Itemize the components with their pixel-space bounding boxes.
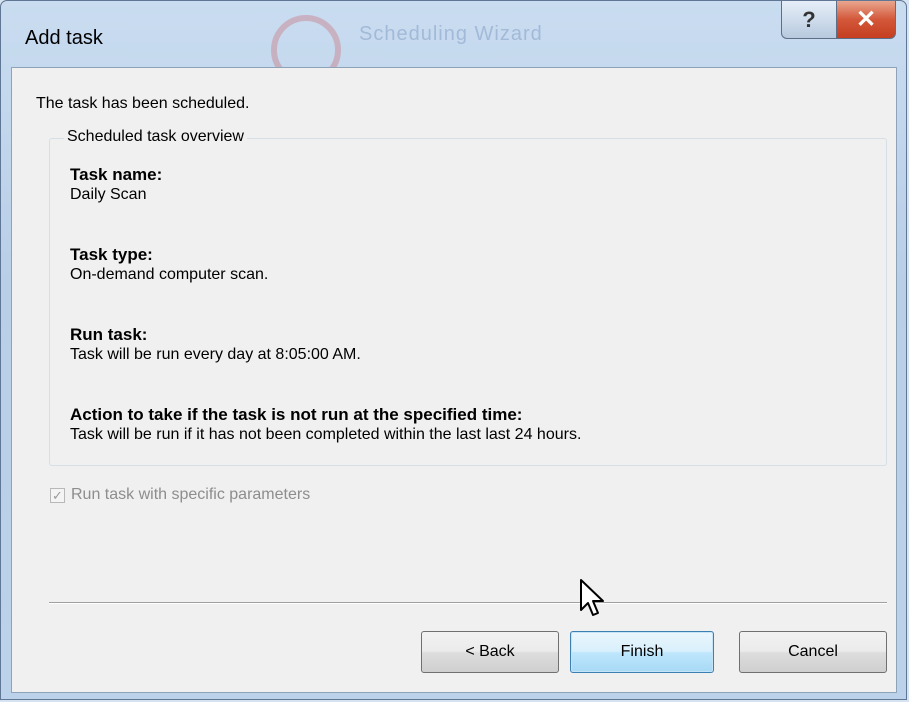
cancel-button[interactable]: Cancel [739, 631, 887, 673]
specific-parameters-checkbox-row[interactable]: ✓ Run task with specific parameters [50, 486, 310, 504]
task-name-value: Daily Scan [70, 186, 147, 203]
status-message: The task has been scheduled. [36, 95, 250, 112]
title-bar[interactable]: Scheduling Wizard Add task ? ✕ [1, 1, 906, 85]
run-task-heading: Run task: [70, 325, 148, 344]
checkmark-icon: ✓ [52, 487, 63, 503]
dialog-window: Scheduling Wizard Add task ? ✕ The task … [0, 0, 907, 700]
close-icon: ✕ [855, 6, 877, 33]
specific-parameters-checkbox[interactable]: ✓ [50, 487, 65, 503]
ghost-title-text: Scheduling Wizard [359, 23, 543, 45]
missed-run-value: Task will be run if it has not been comp… [70, 426, 582, 443]
button-separator [49, 602, 887, 604]
task-type-value: On-demand computer scan. [70, 266, 269, 283]
group-title: Scheduled task overview [64, 128, 247, 146]
window-title: Add task [25, 27, 103, 49]
dialog-client-area: The task has been scheduled. Scheduled t… [11, 67, 897, 693]
back-button[interactable]: < Back [421, 631, 559, 673]
finish-button[interactable]: Finish [570, 631, 714, 673]
help-icon: ? [802, 6, 816, 32]
run-task-section: Run task: Task will be run every day at … [70, 325, 361, 364]
specific-parameters-label: Run task with specific parameters [71, 486, 311, 503]
task-type-section: Task type: On-demand computer scan. [70, 245, 268, 284]
task-name-section: Task name: Daily Scan [70, 165, 162, 204]
help-button[interactable]: ? [781, 1, 837, 39]
background-wizard-title: Scheduling Wizard [271, 9, 591, 85]
missed-run-action-section: Action to take if the task is not run at… [70, 405, 581, 444]
task-overview-group: Scheduled task overview Task name: Daily… [49, 128, 887, 466]
missed-run-heading: Action to take if the task is not run at… [70, 405, 523, 424]
close-button[interactable]: ✕ [836, 1, 896, 39]
task-name-heading: Task name: [70, 165, 163, 184]
run-task-value: Task will be run every day at 8:05:00 AM… [70, 346, 361, 363]
task-type-heading: Task type: [70, 245, 153, 264]
